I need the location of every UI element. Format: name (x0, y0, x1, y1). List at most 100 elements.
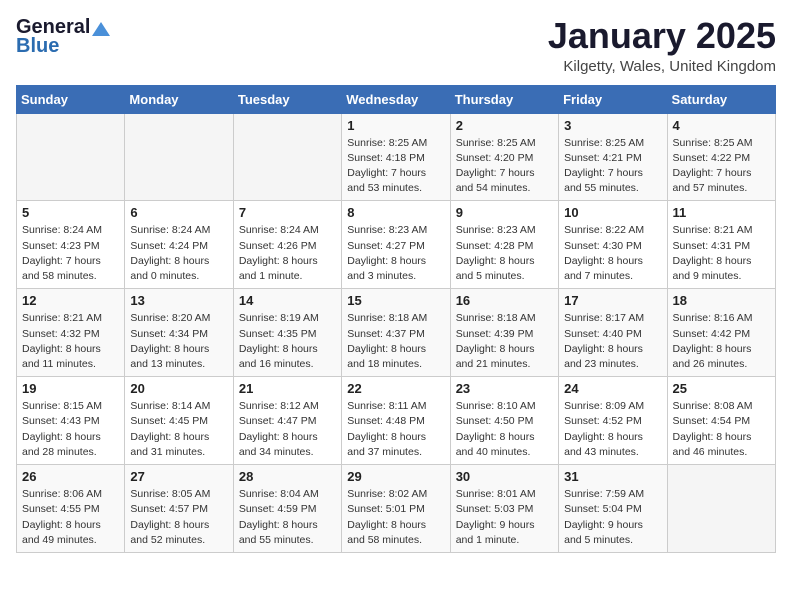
day-number: 24 (564, 381, 661, 396)
calendar-cell: 15 Sunrise: 8:18 AM Sunset: 4:37 PM Dayli… (342, 289, 450, 377)
day-number: 21 (239, 381, 336, 396)
calendar-cell: 12 Sunrise: 8:21 AM Sunset: 4:32 PM Dayli… (17, 289, 125, 377)
calendar-week-row: 1 Sunrise: 8:25 AM Sunset: 4:18 PM Daylig… (17, 113, 776, 201)
day-number: 23 (456, 381, 553, 396)
day-number: 18 (673, 293, 770, 308)
calendar-cell: 5 Sunrise: 8:24 AM Sunset: 4:23 PM Daylig… (17, 201, 125, 289)
calendar-cell (17, 113, 125, 201)
calendar-cell: 25 Sunrise: 8:08 AM Sunset: 4:54 PM Dayli… (667, 377, 775, 465)
calendar-cell: 2 Sunrise: 8:25 AM Sunset: 4:20 PM Daylig… (450, 113, 558, 201)
calendar-cell: 20Sunrise: 8:14 AM Sunset: 4:45 PM Dayli… (125, 377, 233, 465)
day-info: Sunrise: 8:25 AM Sunset: 4:21 PM Dayligh… (564, 136, 661, 197)
calendar-cell: 13 Sunrise: 8:20 AM Sunset: 4:34 PM Dayli… (125, 289, 233, 377)
day-number: 6 (130, 205, 227, 220)
day-info: Sunrise: 8:25 AM Sunset: 4:22 PM Dayligh… (673, 136, 770, 197)
day-info: Sunrise: 8:23 AM Sunset: 4:28 PM Dayligh… (456, 223, 553, 284)
calendar-week-row: 12 Sunrise: 8:21 AM Sunset: 4:32 PM Dayli… (17, 289, 776, 377)
day-number: 13 (130, 293, 227, 308)
calendar-cell: 30 Sunrise: 8:01 AM Sunset: 5:03 PM Dayli… (450, 465, 558, 553)
weekday-header: Saturday (667, 85, 775, 113)
day-info: Sunrise: 8:18 AM Sunset: 4:37 PM Dayligh… (347, 311, 444, 372)
month-title: January 2025 (548, 16, 776, 56)
location: Kilgetty, Wales, United Kingdom (548, 58, 776, 75)
day-number: 22 (347, 381, 444, 396)
weekday-header: Monday (125, 85, 233, 113)
calendar-cell: 8Sunrise: 8:23 AM Sunset: 4:27 PM Daylig… (342, 201, 450, 289)
day-number: 1 (347, 118, 444, 133)
weekday-header: Wednesday (342, 85, 450, 113)
day-number: 27 (130, 469, 227, 484)
logo-blue: Blue (16, 35, 59, 58)
day-info: Sunrise: 8:01 AM Sunset: 5:03 PM Dayligh… (456, 487, 553, 548)
day-number: 19 (22, 381, 119, 396)
calendar-cell: 16Sunrise: 8:18 AM Sunset: 4:39 PM Dayli… (450, 289, 558, 377)
calendar-week-row: 26Sunrise: 8:06 AM Sunset: 4:55 PM Dayli… (17, 465, 776, 553)
day-number: 5 (22, 205, 119, 220)
calendar-cell (233, 113, 341, 201)
day-number: 28 (239, 469, 336, 484)
day-info: Sunrise: 7:59 AM Sunset: 5:04 PM Dayligh… (564, 487, 661, 548)
day-number: 25 (673, 381, 770, 396)
calendar-cell: 10 Sunrise: 8:22 AM Sunset: 4:30 PM Dayli… (559, 201, 667, 289)
calendar-week-row: 5 Sunrise: 8:24 AM Sunset: 4:23 PM Daylig… (17, 201, 776, 289)
day-info: Sunrise: 8:24 AM Sunset: 4:24 PM Dayligh… (130, 223, 227, 284)
day-number: 30 (456, 469, 553, 484)
day-info: Sunrise: 8:05 AM Sunset: 4:57 PM Dayligh… (130, 487, 227, 548)
calendar-cell: 29 Sunrise: 8:02 AM Sunset: 5:01 PM Dayli… (342, 465, 450, 553)
day-info: Sunrise: 8:04 AM Sunset: 4:59 PM Dayligh… (239, 487, 336, 548)
calendar-cell: 24 Sunrise: 8:09 AM Sunset: 4:52 PM Dayli… (559, 377, 667, 465)
day-number: 14 (239, 293, 336, 308)
day-info: Sunrise: 8:21 AM Sunset: 4:31 PM Dayligh… (673, 223, 770, 284)
day-info: Sunrise: 8:21 AM Sunset: 4:32 PM Dayligh… (22, 311, 119, 372)
day-info: Sunrise: 8:12 AM Sunset: 4:47 PM Dayligh… (239, 399, 336, 460)
day-info: Sunrise: 8:20 AM Sunset: 4:34 PM Dayligh… (130, 311, 227, 372)
calendar-cell: 6 Sunrise: 8:24 AM Sunset: 4:24 PM Daylig… (125, 201, 233, 289)
calendar-cell: 4 Sunrise: 8:25 AM Sunset: 4:22 PM Daylig… (667, 113, 775, 201)
day-number: 3 (564, 118, 661, 133)
day-number: 31 (564, 469, 661, 484)
day-number: 11 (673, 205, 770, 220)
day-info: Sunrise: 8:18 AM Sunset: 4:39 PM Dayligh… (456, 311, 553, 372)
calendar-cell: 19Sunrise: 8:15 AM Sunset: 4:43 PM Dayli… (17, 377, 125, 465)
day-number: 2 (456, 118, 553, 133)
calendar-cell: 28 Sunrise: 8:04 AM Sunset: 4:59 PM Dayli… (233, 465, 341, 553)
day-info: Sunrise: 8:22 AM Sunset: 4:30 PM Dayligh… (564, 223, 661, 284)
day-info: Sunrise: 8:24 AM Sunset: 4:23 PM Dayligh… (22, 223, 119, 284)
day-info: Sunrise: 8:09 AM Sunset: 4:52 PM Dayligh… (564, 399, 661, 460)
day-info: Sunrise: 8:08 AM Sunset: 4:54 PM Dayligh… (673, 399, 770, 460)
day-number: 12 (22, 293, 119, 308)
calendar-cell (125, 113, 233, 201)
weekday-header: Tuesday (233, 85, 341, 113)
day-info: Sunrise: 8:17 AM Sunset: 4:40 PM Dayligh… (564, 311, 661, 372)
day-info: Sunrise: 8:25 AM Sunset: 4:18 PM Dayligh… (347, 136, 444, 197)
calendar-cell: 11 Sunrise: 8:21 AM Sunset: 4:31 PM Dayli… (667, 201, 775, 289)
calendar: SundayMondayTuesdayWednesdayThursdayFrid… (16, 85, 776, 553)
calendar-cell: 18Sunrise: 8:16 AM Sunset: 4:42 PM Dayli… (667, 289, 775, 377)
day-number: 4 (673, 118, 770, 133)
logo-icon (92, 22, 110, 36)
calendar-week-row: 19Sunrise: 8:15 AM Sunset: 4:43 PM Dayli… (17, 377, 776, 465)
weekday-header: Thursday (450, 85, 558, 113)
day-info: Sunrise: 8:25 AM Sunset: 4:20 PM Dayligh… (456, 136, 553, 197)
day-number: 7 (239, 205, 336, 220)
calendar-cell: 17Sunrise: 8:17 AM Sunset: 4:40 PM Dayli… (559, 289, 667, 377)
day-info: Sunrise: 8:23 AM Sunset: 4:27 PM Dayligh… (347, 223, 444, 284)
calendar-cell: 27 Sunrise: 8:05 AM Sunset: 4:57 PM Dayli… (125, 465, 233, 553)
calendar-cell: 3 Sunrise: 8:25 AM Sunset: 4:21 PM Daylig… (559, 113, 667, 201)
calendar-cell: 26Sunrise: 8:06 AM Sunset: 4:55 PM Dayli… (17, 465, 125, 553)
day-info: Sunrise: 8:11 AM Sunset: 4:48 PM Dayligh… (347, 399, 444, 460)
day-info: Sunrise: 8:10 AM Sunset: 4:50 PM Dayligh… (456, 399, 553, 460)
day-info: Sunrise: 8:24 AM Sunset: 4:26 PM Dayligh… (239, 223, 336, 284)
calendar-cell: 22 Sunrise: 8:11 AM Sunset: 4:48 PM Dayli… (342, 377, 450, 465)
day-info: Sunrise: 8:02 AM Sunset: 5:01 PM Dayligh… (347, 487, 444, 548)
calendar-cell: 14Sunrise: 8:19 AM Sunset: 4:35 PM Dayli… (233, 289, 341, 377)
day-number: 15 (347, 293, 444, 308)
weekday-header: Sunday (17, 85, 125, 113)
page-header: General Blue January 2025 Kilgetty, Wale… (16, 16, 776, 75)
calendar-cell: 21 Sunrise: 8:12 AM Sunset: 4:47 PM Dayli… (233, 377, 341, 465)
day-number: 29 (347, 469, 444, 484)
weekday-header: Friday (559, 85, 667, 113)
day-number: 10 (564, 205, 661, 220)
calendar-cell (667, 465, 775, 553)
logo: General Blue (16, 16, 110, 58)
